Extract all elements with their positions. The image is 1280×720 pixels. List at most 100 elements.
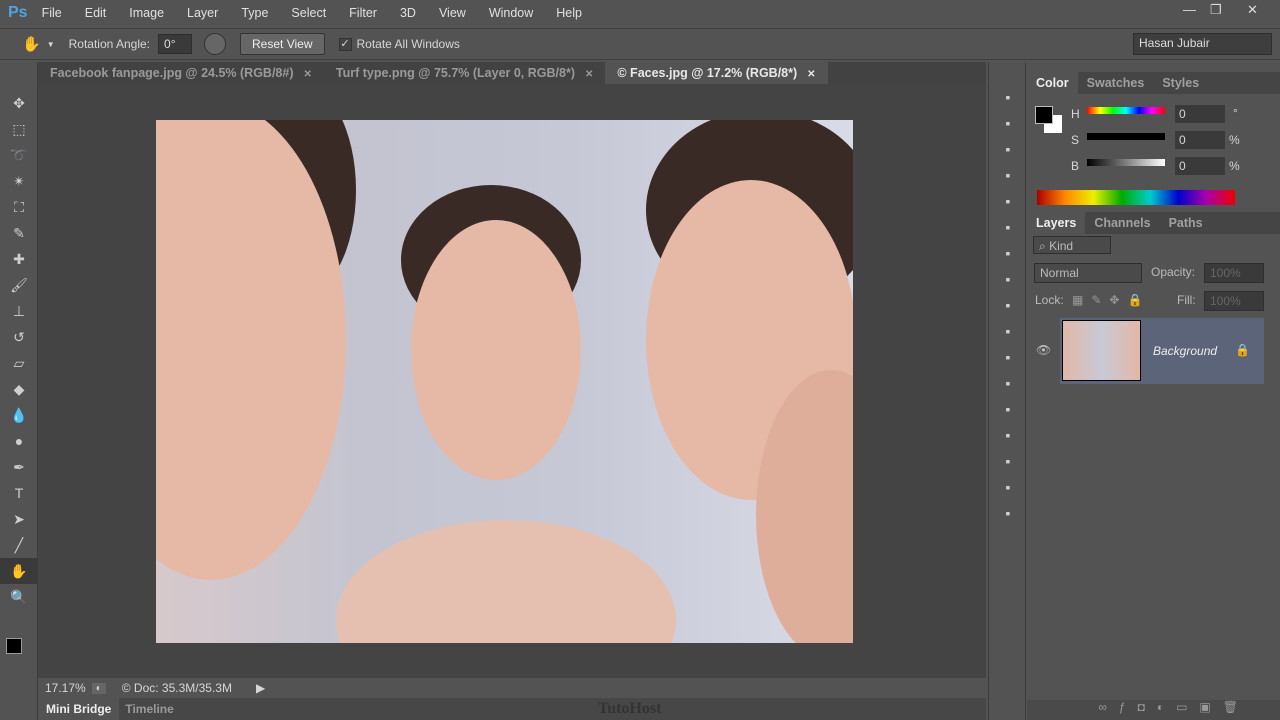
move-icon[interactable]: ✥ <box>0 90 38 116</box>
color-spectrum-ramp[interactable] <box>1037 190 1235 205</box>
close-button[interactable]: ✕ <box>1247 2 1258 18</box>
menu-type[interactable]: Type <box>241 6 268 20</box>
rotate-all-checkbox[interactable]: ✓ <box>338 37 352 51</box>
brightness-input[interactable]: 0 <box>1175 157 1225 175</box>
tab-label: © Faces.jpg @ 17.2% (RGB/8*) <box>617 66 798 80</box>
lock-icon: 🔒 <box>1235 343 1250 357</box>
lock-icons[interactable]: ▦✎✥🔒 <box>1072 293 1150 307</box>
paragraph-icon[interactable]: ▪ <box>989 396 1027 422</box>
brush-icon[interactable]: 🖌 <box>0 272 38 298</box>
tab-faces[interactable]: © Faces.jpg @ 17.2% (RGB/8*) ✕ <box>605 62 828 84</box>
blur-icon[interactable]: 💧 <box>0 402 38 428</box>
reset-view-button[interactable]: Reset View <box>240 33 325 55</box>
layer-name[interactable]: Background <box>1153 344 1217 358</box>
menu-select[interactable]: Select <box>291 6 326 20</box>
measurement-icon[interactable]: ▪ <box>989 500 1027 526</box>
restore-button[interactable]: ❐ <box>1210 2 1222 18</box>
clone-source-icon[interactable]: ▪ <box>989 162 1027 188</box>
properties-icon[interactable]: ▪ <box>989 474 1027 500</box>
zoom-icon[interactable]: 🔍 <box>0 584 38 610</box>
info-icon[interactable]: ▪ <box>989 188 1027 214</box>
status-options-icon[interactable]: ◐ <box>91 682 106 694</box>
tab-label: Facebook fanpage.jpg @ 24.5% (RGB/8#) <box>50 66 294 80</box>
eraser-icon[interactable]: ▱ <box>0 350 38 376</box>
tab-color[interactable]: Color <box>1027 72 1078 94</box>
magic-wand-icon[interactable]: ✴ <box>0 168 38 194</box>
layer-filter-dropdown[interactable]: ⌕ Kind <box>1033 236 1111 254</box>
workspace-dropdown[interactable]: Hasan Jubair <box>1133 33 1272 55</box>
minimize-button[interactable]: — <box>1183 2 1196 17</box>
fill-input[interactable]: 100% <box>1204 291 1264 311</box>
actions-icon[interactable]: ▪ <box>989 110 1027 136</box>
tab-swatches[interactable]: Swatches <box>1078 72 1154 94</box>
close-tab-icon[interactable]: ✕ <box>304 69 312 80</box>
tab-channels[interactable]: Channels <box>1085 212 1159 234</box>
brush-icon[interactable]: ▪ <box>989 292 1027 318</box>
tab-turf-type[interactable]: Turf type.png @ 75.7% (Layer 0, RGB/8*) ✕ <box>324 62 605 84</box>
brightness-slider[interactable] <box>1087 159 1165 166</box>
rotate-view-tool-icon[interactable]: ✋ <box>22 35 41 53</box>
healing-icon[interactable]: ✚ <box>0 246 38 272</box>
blend-mode-dropdown[interactable]: Normal <box>1034 263 1142 283</box>
character-styles-icon[interactable]: ▪ <box>989 370 1027 396</box>
tab-layers[interactable]: Layers <box>1027 212 1086 234</box>
menu-file[interactable]: File <box>42 6 62 20</box>
type-icon[interactable]: T <box>0 480 38 506</box>
zoom-level[interactable]: 17.17% <box>45 681 86 695</box>
saturation-slider[interactable] <box>1087 133 1165 140</box>
bucket-icon[interactable]: ◆ <box>0 376 38 402</box>
layer-row-background[interactable]: Background 🔒 <box>1060 318 1264 384</box>
close-tab-icon[interactable]: ✕ <box>585 69 593 80</box>
tab-mini-bridge[interactable]: Mini Bridge <box>38 698 120 720</box>
tab-facebook-fanpage[interactable]: Facebook fanpage.jpg @ 24.5% (RGB/8#) ✕ <box>38 62 324 84</box>
foreground-color-swatch[interactable] <box>6 638 22 654</box>
menu-view[interactable]: View <box>439 6 466 20</box>
paragraph-styles-icon[interactable]: ▪ <box>989 422 1027 448</box>
menu-layer[interactable]: Layer <box>187 6 218 20</box>
rotation-dial[interactable] <box>204 33 227 55</box>
brush-presets-icon[interactable]: ▪ <box>989 136 1027 162</box>
adjustments-icon[interactable]: ▪ <box>989 214 1027 240</box>
menu-edit[interactable]: Edit <box>85 6 107 20</box>
pen-icon[interactable]: ✒ <box>0 454 38 480</box>
tool-presets-icon[interactable]: ▪ <box>989 266 1027 292</box>
character-icon[interactable]: ▪ <box>989 344 1027 370</box>
close-tab-icon[interactable]: ✕ <box>807 69 815 80</box>
status-menu-arrow[interactable]: ▶ <box>256 681 265 695</box>
eyedropper-icon[interactable]: ✎ <box>0 220 38 246</box>
history-brush-icon[interactable]: ↺ <box>0 324 38 350</box>
notes-icon[interactable]: ▪ <box>989 448 1027 474</box>
layer-comps-icon[interactable]: ▪ <box>989 318 1027 344</box>
tools-panel: ✥ ⬚ ➰ ✴ ⛶ ✎ ✚ 🖌 ⊥ ↺ ▱ ◆ 💧 ● ✒ T ➤ ╱ ✋ 🔍 <box>0 62 38 720</box>
layers-footer-buttons[interactable]: ∞ƒ◘◐▭▣🗑 <box>1027 700 1280 720</box>
menu-filter[interactable]: Filter <box>349 6 377 20</box>
menu-bar: Ps File Edit Image Layer Type Select Fil… <box>0 0 1280 26</box>
saturation-input[interactable]: 0 <box>1175 131 1225 149</box>
crop-icon[interactable]: ⛶ <box>0 194 38 220</box>
history-icon[interactable]: ▪ <box>989 84 1027 110</box>
marquee-icon[interactable]: ⬚ <box>0 116 38 142</box>
document-image[interactable] <box>156 120 853 643</box>
rotation-angle-input[interactable]: 0° <box>158 34 193 54</box>
tab-timeline[interactable]: Timeline <box>119 702 179 716</box>
line-icon[interactable]: ╱ <box>0 532 38 558</box>
eye-icon[interactable]: 👁 <box>1036 343 1051 357</box>
rotate-view-icon[interactable]: ✋ <box>0 558 38 584</box>
hue-input[interactable]: 0 <box>1175 105 1225 123</box>
lasso-icon[interactable]: ➰ <box>0 142 38 168</box>
menu-help[interactable]: Help <box>556 6 582 20</box>
color-foreground-swatch[interactable] <box>1035 106 1053 124</box>
navigator-icon[interactable]: ▪ <box>989 240 1027 266</box>
menu-window[interactable]: Window <box>489 6 533 20</box>
dodge-icon[interactable]: ● <box>0 428 38 454</box>
menu-3d[interactable]: 3D <box>400 6 416 20</box>
tab-styles[interactable]: Styles <box>1153 72 1208 94</box>
menu-image[interactable]: Image <box>129 6 164 20</box>
tab-paths[interactable]: Paths <box>1160 212 1212 234</box>
tool-preset-dropdown[interactable]: ▼ <box>47 40 55 49</box>
rotation-angle-label: Rotation Angle: <box>68 37 151 51</box>
hue-slider[interactable] <box>1087 107 1165 114</box>
opacity-input[interactable]: 100% <box>1204 263 1264 283</box>
stamp-icon[interactable]: ⊥ <box>0 298 38 324</box>
path-select-icon[interactable]: ➤ <box>0 506 38 532</box>
